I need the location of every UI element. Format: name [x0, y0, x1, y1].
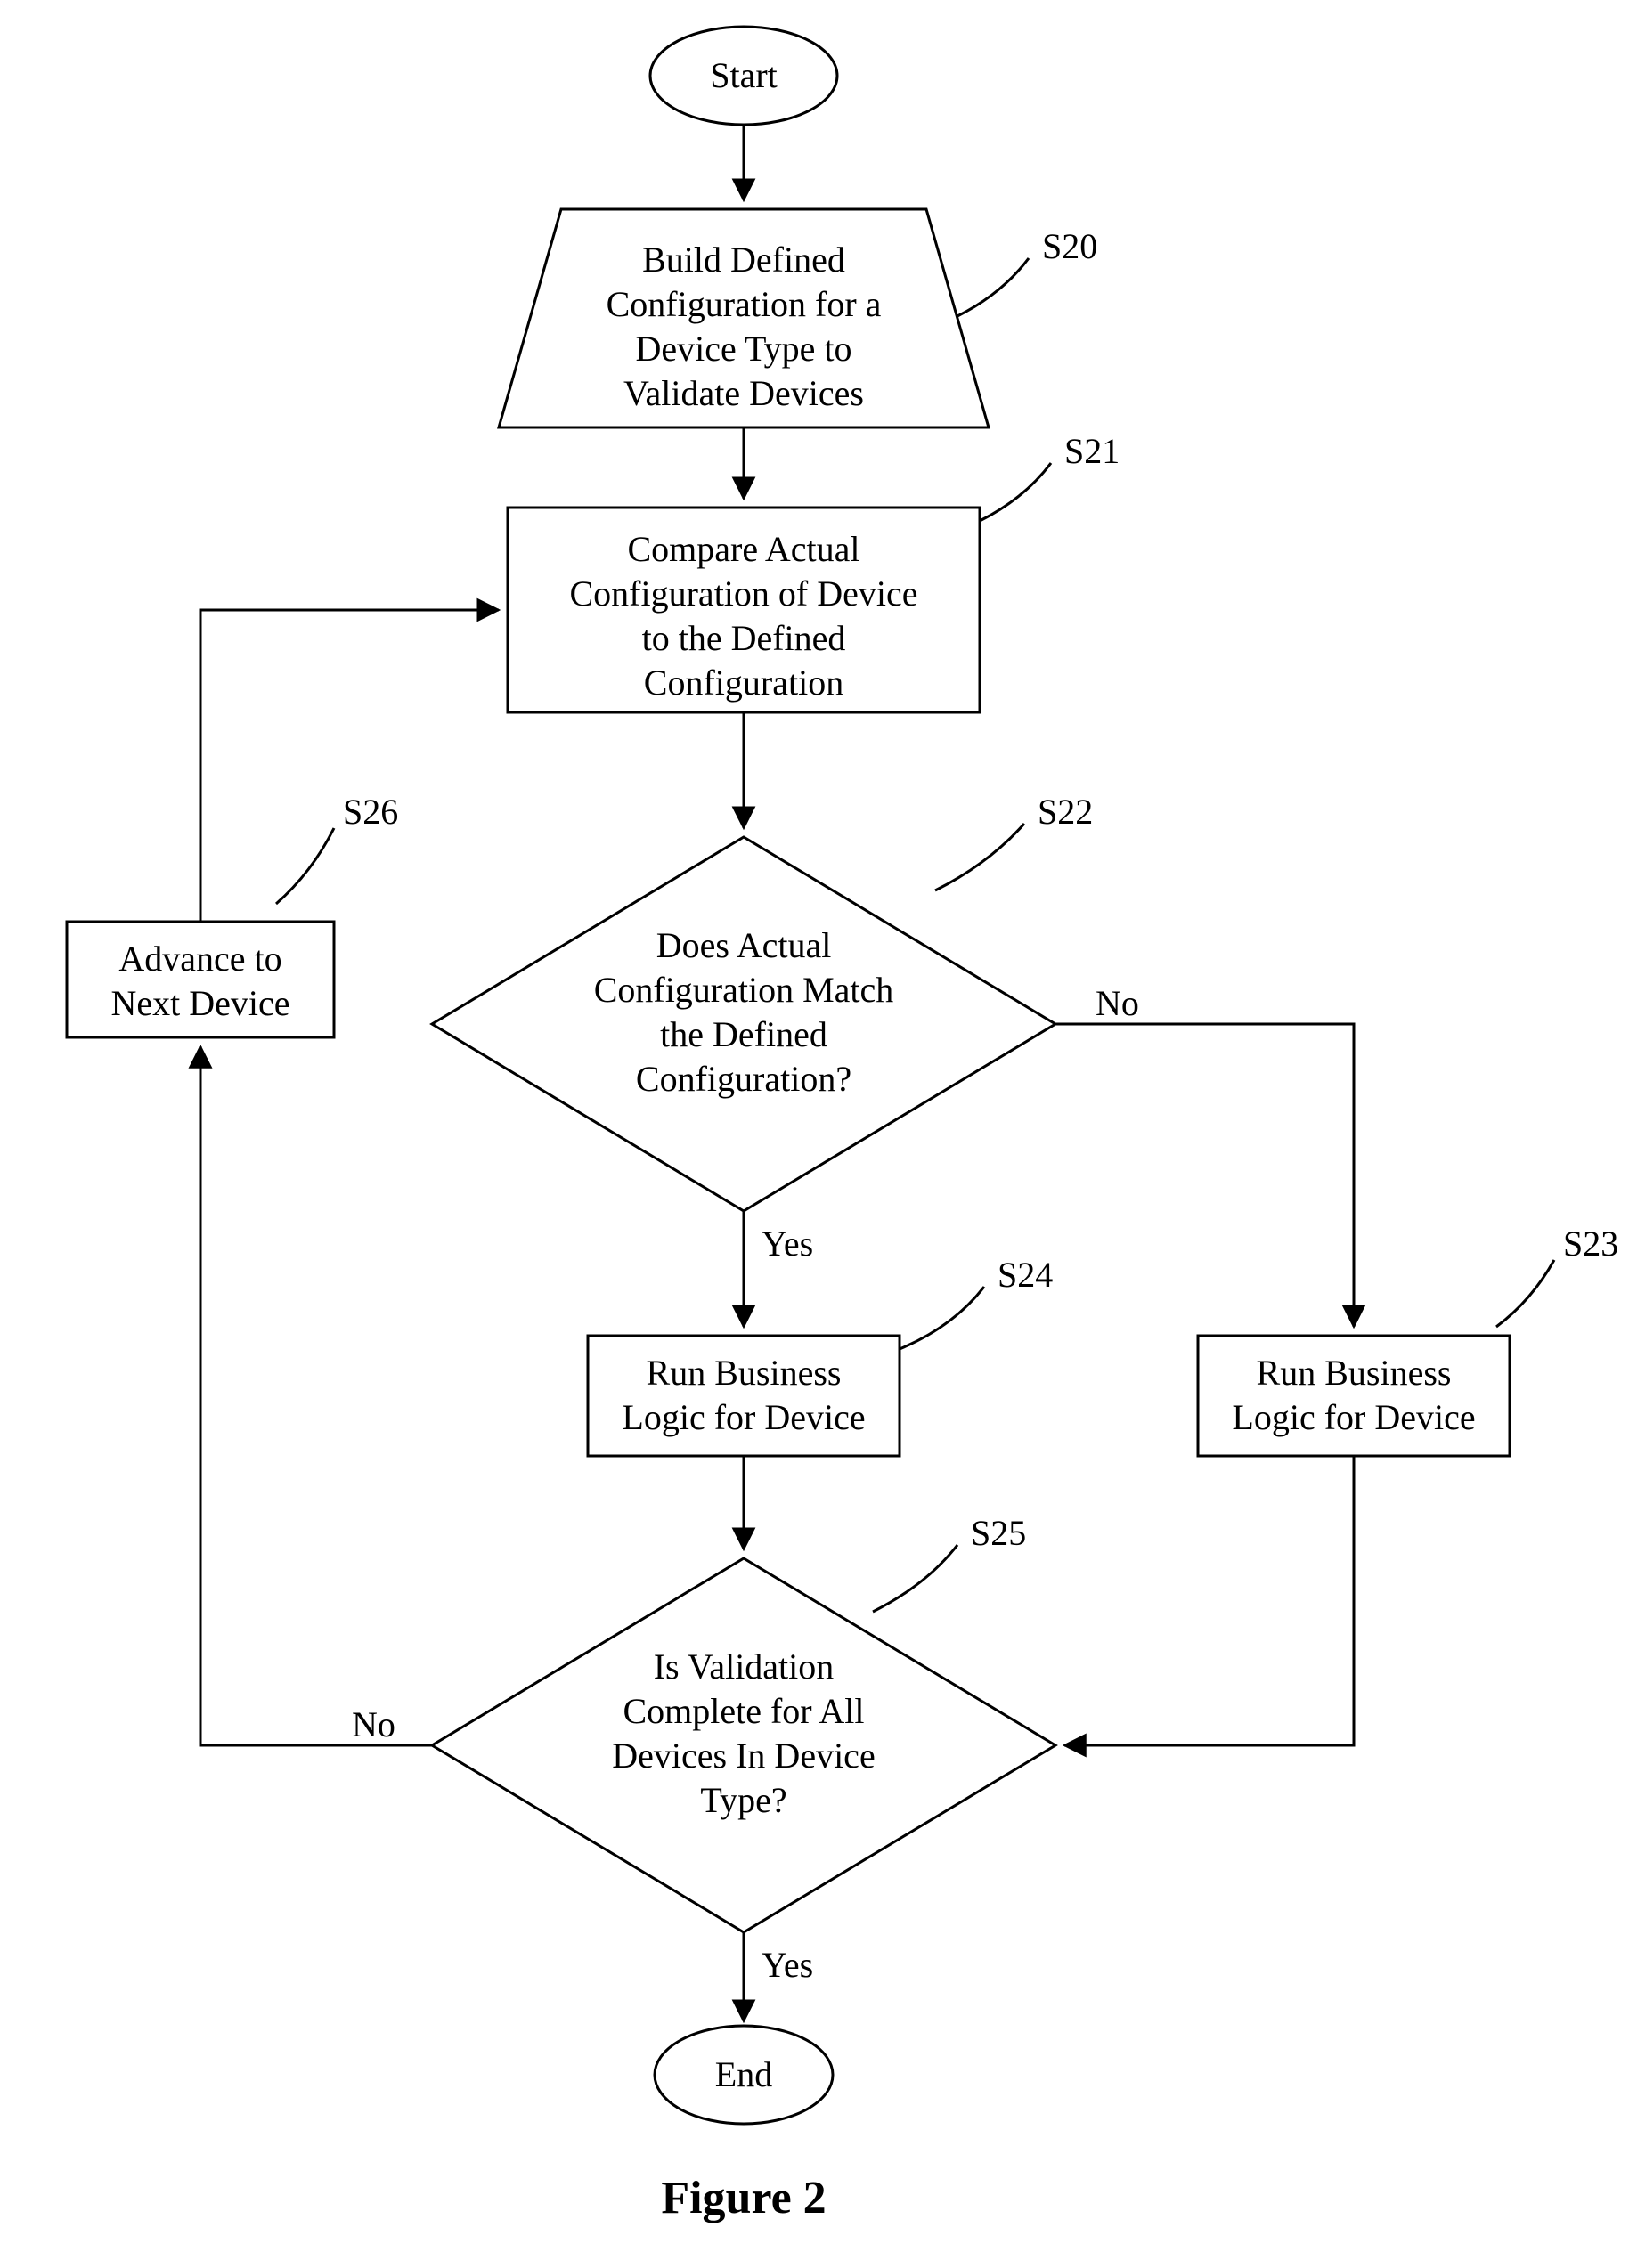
- s21-leader: [980, 463, 1051, 521]
- s22-line4: Configuration?: [636, 1059, 851, 1099]
- s25-leader: [873, 1545, 957, 1612]
- s21-label: S21: [1064, 431, 1120, 471]
- s25-line1: Is Validation: [654, 1646, 835, 1687]
- end-node: End: [655, 2026, 833, 2124]
- edge-s25-no: [200, 1046, 432, 1745]
- edge-s22-no: [1055, 1024, 1354, 1327]
- s21-line1: Compare Actual: [627, 529, 859, 569]
- s22-leader: [935, 824, 1024, 890]
- s21-line4: Configuration: [644, 663, 843, 703]
- s24-leader: [900, 1287, 984, 1349]
- s20-line3: Device Type to: [635, 329, 851, 369]
- start-node: Start: [650, 27, 837, 125]
- end-text: End: [715, 2054, 772, 2094]
- s22-yes-label: Yes: [762, 1223, 813, 1264]
- s20-line1: Build Defined: [642, 240, 845, 280]
- s23-node: Run Business Logic for Device: [1198, 1336, 1510, 1456]
- s24-line2: Logic for Device: [622, 1397, 865, 1437]
- figure-caption: Figure 2: [661, 2173, 826, 2223]
- s21-node: Compare Actual Configuration of Device t…: [508, 508, 980, 712]
- flowchart: Start Build Defined Configuration for a …: [0, 0, 1629, 2268]
- s20-line4: Validate Devices: [623, 373, 864, 413]
- s23-line1: Run Business: [1257, 1353, 1452, 1393]
- s22-line2: Configuration Match: [594, 970, 894, 1010]
- s23-leader: [1496, 1260, 1554, 1327]
- s21-line3: to the Defined: [642, 618, 846, 658]
- s22-label: S22: [1038, 792, 1093, 832]
- s26-leader: [276, 828, 334, 904]
- s26-node: Advance to Next Device: [67, 922, 334, 1037]
- s25-label: S25: [971, 1513, 1026, 1553]
- start-text: Start: [710, 55, 778, 95]
- s21-line2: Configuration of Device: [570, 573, 918, 614]
- s20-line2: Configuration for a: [607, 284, 882, 324]
- s24-label: S24: [998, 1255, 1053, 1295]
- s22-line3: the Defined: [660, 1014, 827, 1054]
- s25-yes-label: Yes: [762, 1945, 813, 1985]
- s25-line4: Type?: [700, 1780, 786, 1820]
- s20-node: Build Defined Configuration for a Device…: [499, 209, 989, 427]
- s20-leader: [957, 258, 1029, 316]
- s26-line2: Next Device: [110, 983, 289, 1023]
- s24-line1: Run Business: [647, 1353, 842, 1393]
- s25-no-label: No: [352, 1704, 395, 1744]
- s24-node: Run Business Logic for Device: [588, 1336, 900, 1456]
- s23-line2: Logic for Device: [1232, 1397, 1475, 1437]
- s20-label: S20: [1042, 226, 1097, 266]
- edge-s26-s21: [200, 610, 499, 922]
- s25-line3: Devices In Device: [612, 1736, 875, 1776]
- s22-node: Does Actual Configuration Match the Defi…: [432, 837, 1055, 1211]
- s26-line1: Advance to: [118, 939, 281, 979]
- s25-node: Is Validation Complete for All Devices I…: [432, 1558, 1055, 1932]
- s26-label: S26: [343, 792, 398, 832]
- s22-no-label: No: [1096, 983, 1139, 1023]
- edge-s23-s25: [1064, 1456, 1354, 1745]
- s25-line2: Complete for All: [623, 1691, 864, 1731]
- s22-line1: Does Actual: [656, 925, 832, 965]
- s23-label: S23: [1563, 1223, 1618, 1264]
